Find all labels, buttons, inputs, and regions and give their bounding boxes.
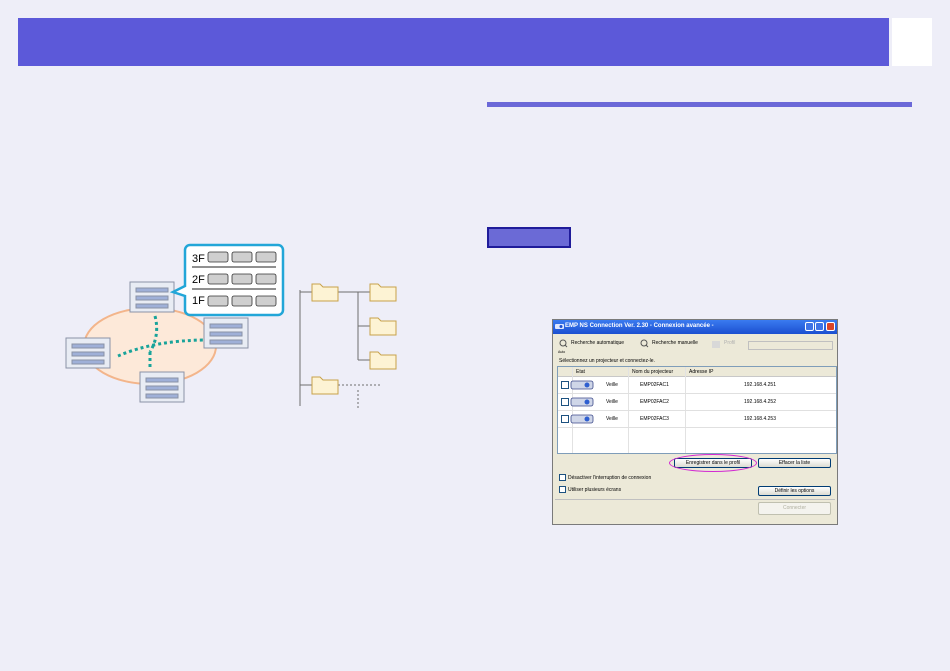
floor-label-2f: 2F [192,274,205,286]
header-name[interactable]: Nom du projecteur [632,369,673,375]
profile-button[interactable]: Profil [724,340,735,346]
label-box [487,227,571,248]
projector-icons [207,251,277,307]
row-checkbox[interactable] [561,398,569,406]
projector-table: Etat Nom du projecteur Adresse IP Veille… [557,366,837,454]
disable-interrupt-checkbox[interactable] [559,474,566,481]
maximize-button[interactable] [815,322,824,331]
table-header: Etat Nom du projecteur Adresse IP [558,367,836,377]
projector-icon [570,414,594,424]
profile-field[interactable] [748,341,833,350]
search-manual-icon [640,339,649,348]
projector-icon [570,380,594,390]
page-number-box [892,18,932,66]
instruction-text: Sélectionnez un projecteur et connectez-… [559,358,655,364]
table-row[interactable]: Veille EMP02FAC2 192.168.4.252 [558,394,836,411]
minimize-button[interactable] [805,322,814,331]
manual-search-button[interactable]: Recherche manuelle [652,340,698,346]
toolbar: Recherche automatique Auto Recherche man… [553,336,837,356]
section-rule [487,102,912,107]
row-name: EMP02FAC2 [640,399,669,405]
floor-label-1f: 1F [192,295,205,307]
folder-icon [311,283,397,395]
row-ip: 192.168.4.253 [744,416,776,422]
building-right-icon [203,317,249,349]
network-illustration: 3F 2F 1F [65,243,397,408]
building-left-icon [65,337,111,369]
header-bar [18,18,889,66]
building-bottom-icon [139,371,185,403]
window-divider [555,499,835,500]
multi-screen-option[interactable]: Utiliser plusieurs écrans [559,486,621,493]
row-checkbox[interactable] [561,415,569,423]
set-options-button[interactable]: Définir les options [758,486,831,496]
header-state[interactable]: Etat [576,369,585,375]
profile-icon [712,341,720,348]
row-state: Veille [606,416,618,422]
row-checkbox[interactable] [561,381,569,389]
window-titlebar: EMP NS Connection Ver. 2.30 - Connexion … [553,320,837,334]
multi-screen-label: Utiliser plusieurs écrans [568,486,622,493]
connection-window: EMP NS Connection Ver. 2.30 - Connexion … [552,319,838,525]
auto-search-button[interactable]: Recherche automatique [571,340,624,346]
row-ip: 192.168.4.252 [744,399,776,405]
clear-list-button[interactable]: Effacer la liste [758,458,831,468]
table-row[interactable]: Veille EMP02FAC1 192.168.4.251 [558,377,836,394]
close-button[interactable] [826,322,835,331]
table-row[interactable]: Veille EMP02FAC3 192.168.4.253 [558,411,836,428]
connect-button[interactable]: Connecter [758,502,831,515]
building-top-icon [129,281,175,313]
row-state: Veille [606,399,618,405]
projector-icon [570,397,594,407]
multi-screen-checkbox[interactable] [559,486,566,493]
row-name: EMP02FAC3 [640,416,669,422]
row-state: Veille [606,382,618,388]
auto-icon-label: Auto [558,350,566,354]
disable-interrupt-label: Désactiver l'interruption de connexion [568,474,652,481]
row-ip: 192.168.4.251 [744,382,776,388]
highlight-ring [669,454,757,472]
header-ip[interactable]: Adresse IP [689,369,713,375]
disable-interrupt-option[interactable]: Désactiver l'interruption de connexion [559,474,651,481]
window-title: EMP NS Connection Ver. 2.30 - Connexion … [565,323,714,329]
floor-label-3f: 3F [192,253,205,265]
app-icon [555,324,564,329]
row-name: EMP02FAC1 [640,382,669,388]
